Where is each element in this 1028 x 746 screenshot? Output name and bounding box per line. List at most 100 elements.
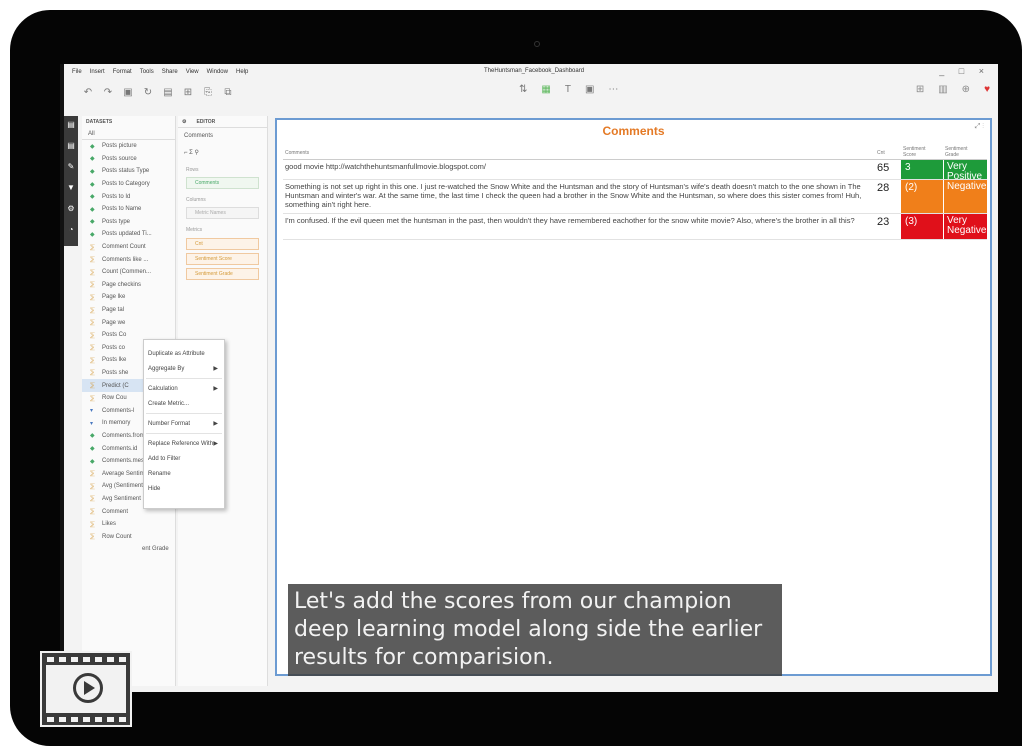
col-count-header[interactable]: Cnt [877,150,885,156]
dataset-object-item[interactable]: ◆ Posts type [82,216,175,229]
menu-view[interactable]: View [186,69,199,75]
page-icon[interactable]: ⎘ [198,87,218,98]
attribute-icon: ◆ [90,194,95,201]
comment-icon[interactable]: ♥ [984,84,990,95]
visualization-title: Comments [602,124,665,138]
dataset-object-label: Posts to Id [102,193,131,200]
context-menu-item[interactable]: Number Format ▶ [144,416,224,431]
dataset-object-label: Posts updated Ti... [102,231,152,238]
datasets-rail-icon[interactable]: ▤ [67,120,75,129]
dataset-object-item[interactable]: ◆ Posts status Type [82,165,175,178]
dataset-object-item[interactable]: ⅀ Page checkins [82,279,175,292]
attribute-icon: ◆ [90,168,95,175]
metric-pill[interactable]: Sentiment Grade [186,268,259,280]
pie-icon[interactable]: ◔ [69,225,74,234]
image-icon[interactable]: ▣ [585,84,594,95]
editor-tabs: ⚙ EDITOR [178,116,267,128]
dataset-object-item[interactable]: ◆ Posts to Id [82,190,175,203]
metric-icon: ⅀ [90,294,95,301]
metric-icon: ⅀ [90,345,95,352]
save-icon[interactable]: ▣ [118,87,138,98]
table-row[interactable]: I'm confused. If the evil queen met the … [283,214,987,240]
context-menu-item[interactable]: Replace Reference With ▶ [144,436,224,451]
film-strip-top [44,655,128,663]
dataset-object-item[interactable]: ◆ Posts picture [82,140,175,153]
metric-pill[interactable]: Cnt [186,238,259,250]
window-title: TheHuntsman_Facebook_Dashboard [484,68,585,74]
dataset-object-label: Comments.id [102,445,138,452]
context-menu-item[interactable]: Hide [144,481,224,496]
dataset-object-item[interactable]: ⅀ Page tal [82,304,175,317]
context-menu-item[interactable]: Aggregate By ▶ [144,361,224,376]
dataset-object-item[interactable]: ◆ Posts to Name [82,203,175,216]
metric-pill[interactable]: Sentiment Score [186,253,259,265]
menu-tools[interactable]: Tools [140,69,154,75]
undo-icon[interactable]: ↶ [78,87,98,98]
dataset-object-item[interactable]: ⅀ Page we [82,316,175,329]
menu-window[interactable]: Window [207,69,228,75]
columns-label: Columns [186,197,206,203]
table-row[interactable]: Something is not set up right in this on… [283,180,987,214]
dataset-object-item[interactable]: ⅀ Likes [82,518,175,531]
chapter-icon[interactable]: ⧉ [218,87,238,98]
col-grade-header[interactable]: Sentiment Grade [945,146,981,158]
dataset-object-label: Avg Sentiment [102,495,141,502]
data-icon[interactable]: ▤ [158,87,178,98]
context-menu-item[interactable]: Rename [144,466,224,481]
attribute-icon: ◆ [90,458,95,465]
context-menu-item[interactable]: Calculation ▶ [144,381,224,396]
text-icon[interactable]: T [565,84,571,95]
table-row[interactable]: good movie http://watchthehuntsmanfullmo… [283,160,987,182]
gear-icon[interactable]: ⚙ [67,204,74,213]
dataset-object-label: Posts to Name [102,206,142,213]
visualization-controls[interactable]: ⤢ ⋮ [975,123,984,131]
properties-tab-icon[interactable]: ⚙ [182,119,186,125]
dataset-object-item[interactable]: ⅀ Row Count [82,530,175,543]
refresh-icon[interactable]: ↻ [138,87,158,98]
filter-icon[interactable]: ⋯ [608,84,618,95]
menu-insert[interactable]: Insert [90,69,105,75]
filter-rail-icon[interactable]: ▼ [67,183,75,192]
menu-help[interactable]: Help [236,69,248,75]
columns-drop-zone[interactable]: Metric Names [186,207,259,219]
menu-file[interactable]: File [72,69,82,75]
table-header: Comments Cnt Sentiment Score Sentiment G… [283,146,987,160]
window-controls[interactable]: _ □ × [939,66,990,76]
chart-icon[interactable]: ⇅ [519,84,527,95]
menu-format[interactable]: Format [113,69,132,75]
dataset-object-item[interactable]: ⅀ Count (Commen... [82,266,175,279]
context-menu-item[interactable]: Add to Filter [144,451,224,466]
layout-icon[interactable]: ▥ [938,84,947,95]
pencil-icon[interactable]: ✎ [68,162,75,171]
sentiment-grade-cell: Negative [944,180,987,213]
dataset-object-item[interactable]: ◆ Posts source [82,153,175,166]
datasets-search[interactable]: All [82,128,175,140]
menu-share[interactable]: Share [162,69,178,75]
dataset-object-label: Row Cou [102,395,127,402]
rows-drop-zone[interactable]: Comments [186,177,259,189]
redo-icon[interactable]: ↷ [98,87,118,98]
dataset-object-item[interactable]: ◆ Posts to Category [82,178,175,191]
filter-panel-icon[interactable]: ⊕ [962,84,970,95]
dataset-object-item[interactable]: ent Grade [82,543,175,556]
grid-icon[interactable]: ▦ [541,84,550,95]
tab-editor[interactable]: EDITOR [196,119,215,125]
dataset-object-item[interactable]: ⅀ Page lke [82,291,175,304]
col-score-header[interactable]: Sentiment Score [903,146,939,158]
dataset-object-item[interactable]: ⅀ Comment Count [82,241,175,254]
col-comments-header[interactable]: Comments [285,150,309,156]
comment-cell: I'm confused. If the evil queen met the … [285,216,855,225]
submenu-arrow-icon: ▶ [213,421,218,427]
video-icon[interactable] [40,651,132,727]
dataset-selector[interactable]: All [88,131,95,137]
metrics-icon[interactable]: ⊞ [916,84,924,95]
context-menu-label: Duplicate as Attribute [148,350,205,357]
dataset-object-item[interactable]: ⅀ Comments like ... [82,253,175,266]
dataset-object-item[interactable]: ◆ Posts updated Ti... [82,228,175,241]
add-data-icon[interactable]: ⊞ [178,87,198,98]
editor-rail-icon[interactable]: ▤ [67,141,75,150]
count-cell: 23 [877,216,890,228]
context-menu: Duplicate as Attribute Aggregate By ▶ Calcu… [143,339,225,509]
context-menu-item[interactable]: Create Metric... [144,396,224,411]
context-menu-item[interactable]: Duplicate as Attribute [144,346,224,361]
